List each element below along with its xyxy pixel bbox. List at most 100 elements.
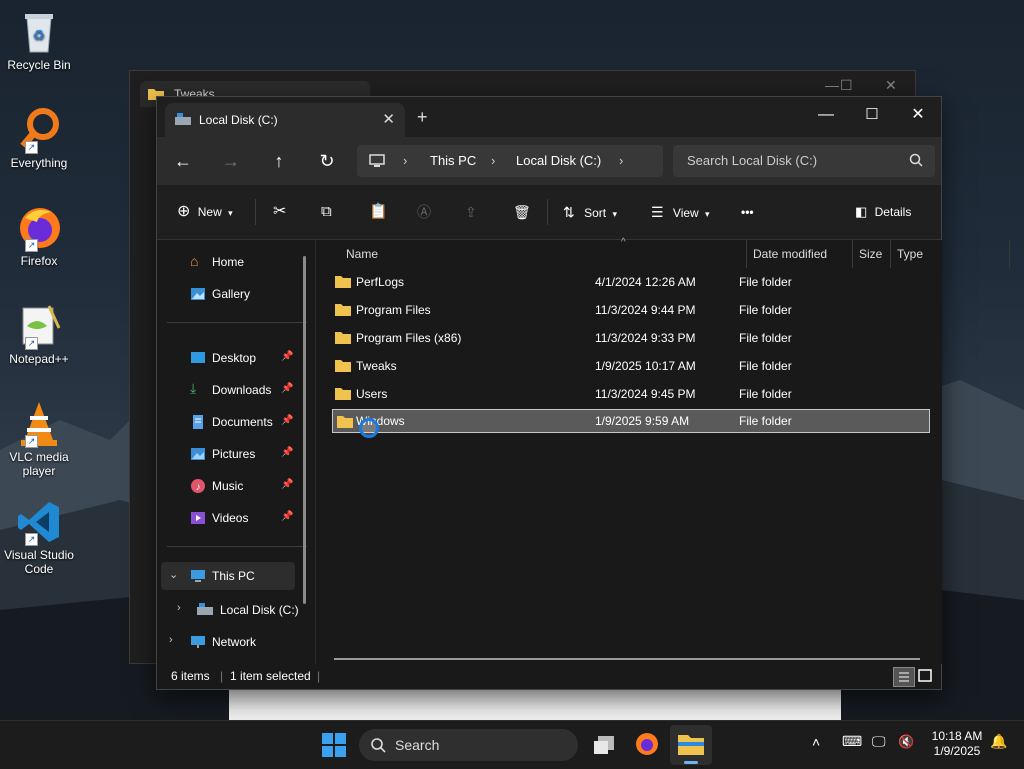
chevron-right-icon[interactable]: › (177, 602, 181, 614)
table-row[interactable]: PerfLogs 4/1/2024 12:26 AM File folder (331, 270, 927, 294)
paste-icon[interactable]: 📋 (369, 201, 388, 223)
volume-muted-icon[interactable]: 🔇 (898, 734, 914, 750)
desktop-icon-notepadpp[interactable]: ↗ Notepad++ (2, 302, 76, 366)
pin-icon[interactable]: 📌 (281, 415, 293, 426)
copy-icon[interactable]: ⧉ (321, 201, 332, 223)
column-header-size-cell[interactable]: Size (852, 240, 943, 268)
shortcut-arrow-icon: ↗ (25, 435, 38, 448)
column-headers: ^ Name Date modified Type (316, 237, 1010, 268)
new-tab-icon[interactable]: + (417, 107, 428, 128)
computer-icon (191, 570, 205, 582)
pin-icon[interactable]: 📌 (281, 447, 293, 458)
share-icon[interactable]: ⇪ (465, 201, 477, 223)
sidebar-item-desktop[interactable]: Desktop 📌 (157, 344, 307, 372)
desktop-icon-vlc[interactable]: ↗ VLC media player (2, 400, 76, 478)
table-row[interactable]: Program Files 11/3/2024 9:44 PM File fol… (331, 298, 927, 322)
table-row-selected[interactable]: Windows 1/9/2025 9:59 AM File folder (332, 409, 930, 433)
pin-icon[interactable]: 📌 (281, 511, 293, 522)
table-row[interactable]: Tweaks 1/9/2025 10:17 AM File folder (331, 354, 927, 378)
task-view-button[interactable] (592, 733, 616, 760)
table-row[interactable]: Users 11/3/2024 9:45 PM File folder (331, 382, 927, 406)
forward-arrow-icon[interactable]: → (219, 149, 243, 173)
sidebar-item-pictures[interactable]: Pictures 📌 (157, 440, 307, 468)
table-row[interactable]: Program Files (x86) 11/3/2024 9:33 PM Fi… (331, 326, 927, 350)
tab-close-icon[interactable]: ✕ (382, 110, 395, 128)
column-divider[interactable] (746, 240, 747, 268)
clock[interactable]: 10:18 AM 1/9/2025 (926, 729, 988, 759)
column-header-name[interactable]: Name (346, 247, 378, 261)
chevron-right-icon[interactable]: › (619, 153, 623, 168)
network-status-icon[interactable]: 🖵 (872, 733, 886, 750)
keyboard-icon[interactable]: ⌨ (842, 733, 862, 750)
firefox-icon: ↗ (15, 204, 63, 252)
breadcrumb-this-pc[interactable]: This PC (430, 153, 476, 168)
pin-icon[interactable]: 📌 (281, 351, 293, 362)
breadcrumb-local-disk[interactable]: Local Disk (C:) (516, 153, 601, 168)
sidebar-item-videos[interactable]: Videos 📌 (157, 504, 307, 532)
title-bar[interactable]: Local Disk (C:) ✕ + — ☐ ✕ (157, 97, 941, 137)
shortcut-arrow-icon: ↗ (25, 141, 38, 154)
horizontal-scrollbar[interactable] (334, 658, 920, 660)
sidebar-item-this-pc[interactable]: ⌄ This PC (161, 562, 295, 590)
task-view-icon (594, 736, 614, 754)
search-box[interactable]: Search Local Disk (C:) (673, 145, 935, 177)
desktop-icon-everything[interactable]: ↗ Everything (2, 106, 76, 170)
close-icon[interactable]: ✕ (885, 77, 897, 94)
back-arrow-icon[interactable]: ← (171, 149, 195, 173)
pin-icon[interactable]: 📌 (281, 479, 293, 490)
chevron-right-icon[interactable]: › (403, 153, 407, 168)
search-icon (909, 153, 923, 167)
chevron-right-icon[interactable]: › (491, 153, 495, 168)
up-arrow-icon[interactable]: ↑ (267, 149, 291, 173)
breadcrumb[interactable]: › This PC › Local Disk (C:) › (357, 145, 663, 177)
maximize-icon[interactable]: ☐ (840, 77, 853, 94)
desktop-icon-vscode[interactable]: ↗ Visual Studio Code (2, 498, 76, 576)
desktop-icon-recycle-bin[interactable]: ♻ Recycle Bin (2, 8, 76, 72)
chevron-down-icon: ▾ (612, 209, 617, 219)
tab-local-disk[interactable]: Local Disk (C:) ✕ (165, 103, 405, 137)
desktop-icon-firefox[interactable]: ↗ Firefox (2, 204, 76, 268)
cut-icon[interactable]: ✂ (273, 201, 286, 223)
vscode-icon: ↗ (15, 498, 63, 546)
minimize-icon[interactable]: — (825, 77, 839, 93)
navigation-bar: ← → ↑ ↻ › This PC › Local Disk (C:) › Se… (157, 137, 941, 185)
details-button[interactable]: ◧ Details (855, 201, 911, 223)
chevron-right-icon[interactable]: › (169, 634, 173, 646)
start-button[interactable] (322, 733, 346, 760)
svg-text:♪: ♪ (196, 482, 201, 493)
chevron-down-icon[interactable]: ⌄ (169, 568, 178, 581)
file-explorer-window[interactable]: Local Disk (C:) ✕ + — ☐ ✕ ← → ↑ ↻ › This… (156, 96, 1010, 690)
sidebar-scrollbar[interactable] (303, 256, 306, 604)
column-divider[interactable] (1009, 240, 1010, 268)
refresh-icon[interactable]: ↻ (315, 149, 339, 173)
maximize-icon[interactable]: ☐ (849, 101, 895, 129)
column-header-size[interactable]: Size (859, 247, 882, 261)
taskbar-file-explorer[interactable] (670, 725, 712, 765)
folder-icon (335, 388, 351, 400)
sidebar-item-local-disk[interactable]: › Local Disk (C:) (157, 596, 307, 624)
home-icon: ⌂ (190, 253, 199, 269)
notification-bell-icon[interactable]: 🔔 (990, 733, 1007, 750)
minimize-icon[interactable]: — (803, 101, 849, 129)
close-icon[interactable]: ✕ (895, 101, 941, 129)
delete-icon[interactable]: 🗑 (513, 201, 531, 223)
details-view-toggle[interactable] (893, 667, 915, 687)
sidebar-item-documents[interactable]: Documents 📌 (157, 408, 307, 436)
taskbar-firefox[interactable] (634, 731, 660, 760)
sidebar-item-music[interactable]: ♪ Music 📌 (157, 472, 307, 500)
tiles-view-toggle[interactable] (915, 667, 935, 685)
more-options-button[interactable]: ••• (741, 201, 754, 223)
sidebar-item-network[interactable]: › Network (157, 628, 307, 656)
view-button[interactable]: ☰ View ▾ (651, 201, 710, 223)
sidebar-item-home[interactable]: ⌂ Home (157, 248, 307, 276)
taskbar-search[interactable]: Search (359, 729, 578, 761)
sidebar-item-downloads[interactable]: ⤓ Downloads 📌 (157, 376, 307, 404)
sidebar-item-gallery[interactable]: Gallery (157, 280, 307, 308)
chevron-up-icon[interactable]: ˄ (812, 734, 820, 750)
rename-icon[interactable]: Ⓐ (417, 201, 431, 223)
new-button[interactable]: ⊕ New ▾ (177, 201, 233, 223)
pin-icon[interactable]: 📌 (281, 383, 293, 394)
column-header-date[interactable]: Date modified (753, 247, 827, 261)
sort-button[interactable]: ⇅ Sort ▾ (563, 201, 617, 223)
cursor-busy-indicator (359, 418, 379, 438)
